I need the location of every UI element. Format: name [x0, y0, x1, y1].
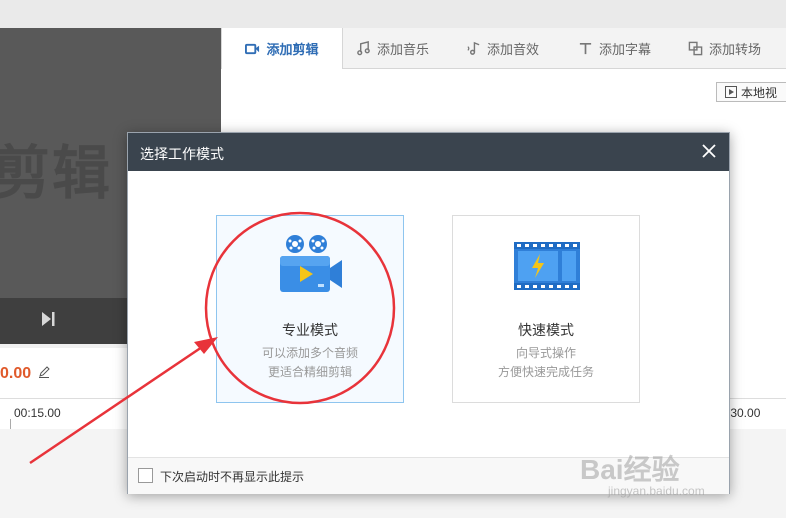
local-video-button[interactable]: 本地视	[716, 82, 786, 102]
edit-pencil-icon[interactable]	[38, 366, 50, 378]
close-icon[interactable]	[699, 141, 719, 161]
music-note-icon	[357, 40, 370, 55]
ruler-label: 00:15.00	[14, 406, 61, 420]
baidu-watermark-url: jingyan.baidu.com	[608, 484, 705, 498]
work-mode-dialog: 选择工作模式 专业模式 可以添加多个音频 更适合精细剪辑 快速模式 向导式操作 …	[127, 132, 730, 494]
tab-label: 添加剪辑	[266, 42, 319, 57]
dialog-title: 选择工作模式	[140, 146, 224, 162]
local-video-label: 本地视	[741, 85, 778, 100]
quick-mode-title: 快速模式	[518, 322, 574, 338]
video-camera-icon	[245, 43, 260, 55]
movie-camera-icon	[280, 235, 342, 292]
transition-icon	[688, 41, 703, 55]
dont-show-again-checkbox[interactable]	[138, 468, 153, 483]
tab-bar: 添加剪辑 添加音乐 添加音效 添加字幕 添加转场	[221, 28, 786, 69]
pro-mode-card[interactable]: 专业模式 可以添加多个音频 更适合精细剪辑	[216, 215, 404, 403]
dialog-header: 选择工作模式	[128, 133, 729, 171]
tab-add-clip[interactable]: 添加剪辑	[221, 28, 343, 69]
tab-label: 添加转场	[709, 41, 762, 57]
baidu-watermark-logo: Bai经验	[580, 454, 680, 485]
tab-add-transition[interactable]: 添加转场	[688, 28, 761, 68]
tab-add-music[interactable]: 添加音乐	[356, 28, 429, 68]
sound-effect-icon	[467, 41, 480, 55]
tab-add-sound-effect[interactable]: 添加音效	[466, 28, 539, 68]
preview-watermark-text: 剪辑	[0, 141, 113, 206]
dont-show-again-label: 下次启动时不再显示此提示	[160, 470, 305, 484]
top-bar	[0, 0, 786, 29]
pro-mode-desc-2: 更适合精细剪辑	[267, 365, 352, 379]
next-frame-icon[interactable]	[40, 310, 56, 328]
pro-mode-title: 专业模式	[282, 322, 338, 338]
tab-label: 添加音乐	[377, 41, 430, 57]
play-box-icon	[725, 86, 737, 98]
tab-label: 添加音效	[487, 41, 540, 57]
tab-label: 添加字幕	[599, 41, 652, 57]
ruler-label: :30.00	[727, 406, 761, 420]
current-time: 0.00	[0, 365, 32, 382]
pro-mode-desc-1: 可以添加多个音频	[261, 346, 358, 360]
text-t-icon	[579, 42, 592, 54]
quick-mode-card[interactable]: 快速模式 向导式操作 方便快速完成任务	[452, 215, 640, 403]
film-strip-icon	[514, 242, 580, 290]
tab-add-subtitle[interactable]: 添加字幕	[578, 28, 651, 68]
quick-mode-desc-1: 向导式操作	[515, 346, 576, 360]
quick-mode-desc-2: 方便快速完成任务	[497, 365, 594, 379]
